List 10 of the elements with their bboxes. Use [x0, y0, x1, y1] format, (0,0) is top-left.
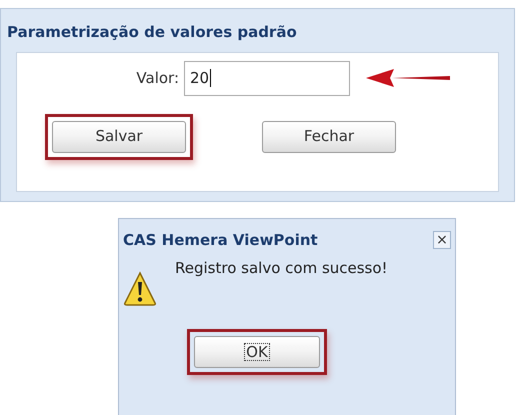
- close-button[interactable]: ×: [433, 230, 451, 249]
- dialog-button[interactable]: Salvar: [52, 120, 186, 152]
- panel-title: Parametrização de valores padrão: [6, 22, 298, 43]
- dialog-message: Registro salvo com sucesso!: [175, 258, 388, 279]
- warning-icon: [123, 271, 157, 307]
- dialog-title: CAS Hemera ViewPoint: [123, 230, 318, 250]
- field-label: Valor:: [135, 68, 179, 89]
- dialog-button[interactable]: OK: [194, 336, 320, 368]
- dialog-button[interactable]: Fechar: [262, 120, 396, 152]
- input-field[interactable]: 20: [184, 60, 350, 96]
